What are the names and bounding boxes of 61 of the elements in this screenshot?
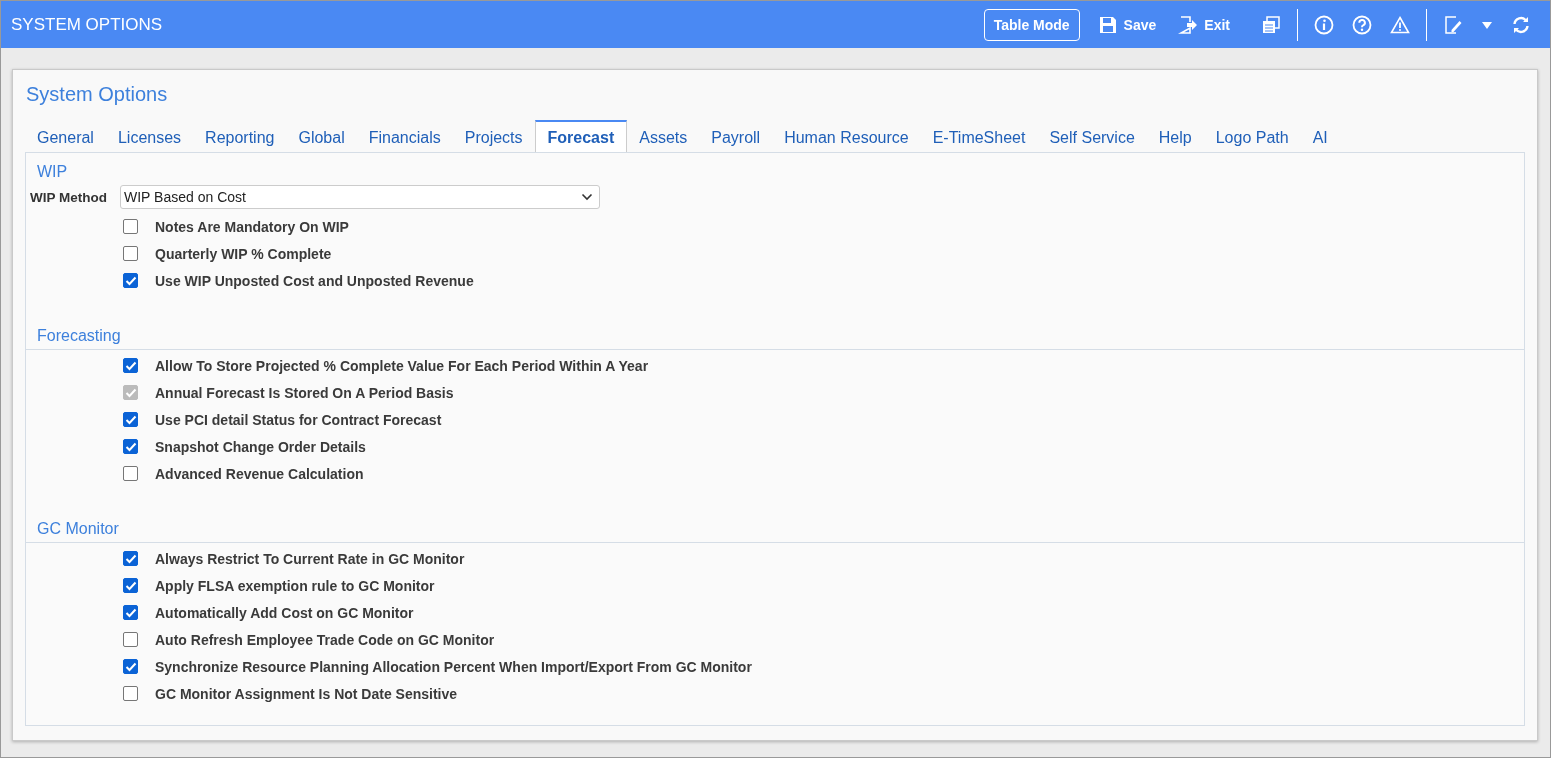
option-label: Notes Are Mandatory On WIP (155, 218, 349, 235)
checkbox[interactable] (123, 466, 138, 481)
windows-icon[interactable] (1261, 14, 1281, 35)
edit-icon[interactable] (1443, 14, 1463, 35)
warning-icon[interactable] (1390, 14, 1410, 35)
exit-icon (1178, 14, 1199, 35)
chevron-down-icon (581, 193, 593, 201)
save-button[interactable]: Save (1097, 14, 1157, 35)
option-label: Automatically Add Cost on GC Monitor (155, 604, 414, 621)
option-label: Use WIP Unposted Cost and Unposted Revenue (155, 272, 474, 289)
table-mode-button[interactable]: Table Mode (983, 8, 1080, 41)
checkbox[interactable] (123, 659, 138, 674)
window-title: SYSTEM OPTIONS (11, 14, 163, 35)
tab[interactable]: Global (286, 120, 357, 153)
tab[interactable]: AI (1300, 120, 1340, 153)
info-icon[interactable] (1314, 14, 1334, 35)
checkbox[interactable] (123, 273, 138, 288)
section-title: WIP (37, 163, 68, 180)
dropdown-field[interactable]: WIP Based on Cost (120, 185, 600, 209)
checkbox[interactable] (123, 219, 138, 234)
checkbox[interactable] (123, 605, 138, 620)
option-label: GC Monitor Assignment Is Not Date Sensitive (155, 685, 458, 702)
option-label: Advanced Revenue Calculation (155, 465, 364, 482)
tab[interactable]: Assets (627, 120, 700, 153)
checkbox[interactable] (123, 686, 138, 701)
checkbox[interactable] (123, 358, 138, 373)
option-label: Snapshot Change Order Details (155, 438, 366, 455)
tab[interactable]: Help (1146, 120, 1204, 153)
tab[interactable]: Financials (356, 120, 453, 153)
option-label: Use PCI detail Status for Contract Forecast (155, 411, 442, 428)
option-label: Auto Refresh Employee Trade Code on GC Monitor (155, 631, 495, 648)
section-title: GC Monitor (37, 520, 119, 537)
option-label: Apply FLSA exemption rule to GC Monitor (155, 577, 435, 594)
tab[interactable]: Projects (452, 120, 535, 153)
tab[interactable]: Licenses (105, 120, 194, 153)
tab[interactable]: Reporting (193, 120, 287, 153)
option-label: Always Restrict To Current Rate in GC Monitor (155, 550, 465, 567)
caret-icon[interactable] (1481, 19, 1493, 30)
tab[interactable]: Self Service (1037, 120, 1147, 153)
checkbox[interactable] (123, 439, 138, 454)
tab[interactable]: Forecast (534, 120, 628, 153)
tab[interactable]: Payroll (699, 120, 773, 153)
page-title: System Options (26, 83, 169, 106)
tab[interactable]: Human Resource (772, 120, 921, 153)
checkbox[interactable] (123, 551, 138, 566)
option-label: Annual Forecast Is Stored On A Period Basis (155, 384, 454, 401)
option-label: Allow To Store Projected % Complete Value For Each Period Within A Year (155, 357, 649, 374)
checkbox[interactable] (123, 632, 138, 647)
tab[interactable]: General (25, 120, 106, 153)
checkbox[interactable] (123, 412, 138, 427)
option-label: Synchronize Resource Planning Allocation Percent When Import/Export From GC Monitor (155, 658, 752, 675)
section-title: Forecasting (37, 327, 121, 344)
checkbox[interactable] (123, 578, 138, 593)
exit-button[interactable]: Exit (1178, 14, 1230, 35)
tab[interactable]: Logo Path (1203, 120, 1301, 153)
option-label: Quarterly WIP % Complete (155, 245, 332, 262)
refresh-icon[interactable] (1511, 14, 1531, 35)
help-icon[interactable] (1352, 14, 1372, 35)
tab[interactable]: E-TimeSheet (920, 120, 1038, 153)
field-label: WIP Method (30, 189, 108, 205)
checkbox[interactable] (123, 246, 138, 261)
